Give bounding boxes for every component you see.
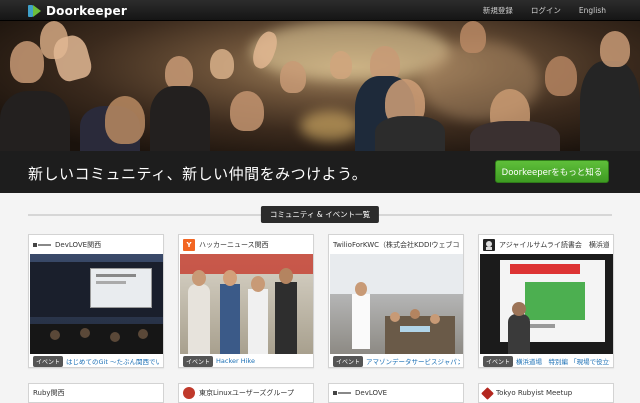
- y-logo-icon: Y: [183, 238, 195, 251]
- community-title[interactable]: Tokyo Rubyist Meetup: [496, 389, 572, 397]
- top-navbar: Doorkeeper 新規登録 ログイン English: [0, 0, 640, 21]
- event-photo[interactable]: [330, 254, 463, 354]
- nav-login-link[interactable]: ログイン: [531, 5, 561, 16]
- event-badge: イベント: [483, 355, 514, 367]
- tlug-logo-icon: [183, 387, 195, 399]
- hero-tagline: 新しいコミュニティ、新しい仲間をみつけよう。: [28, 165, 368, 183]
- community-card[interactable]: アジャイルサムライ読書会 横浜道場 イベント 横浜道場 特別編 「現場で役立つ: [478, 234, 614, 368]
- community-card[interactable]: TwilioForKWC（株式会社KDDIウェブコミュ イベント アマゾンデータ…: [328, 234, 464, 368]
- event-photo[interactable]: [30, 254, 163, 354]
- event-photo[interactable]: [180, 254, 313, 354]
- community-card[interactable]: Tokyo Rubyist Meetup: [478, 383, 614, 403]
- nav-signup-link[interactable]: 新規登録: [483, 5, 513, 16]
- community-title[interactable]: ハッカーニュース関西: [199, 240, 269, 250]
- event-link[interactable]: はじめてのGit ～たぶん関西でい: [66, 356, 160, 366]
- ruby-logo-icon: [481, 386, 494, 400]
- community-section-header: コミュニティ & イベント一覧: [28, 205, 612, 223]
- community-card[interactable]: 東京Linuxユーザーズグループ: [178, 383, 314, 403]
- community-card[interactable]: DevLOVE: [328, 383, 464, 403]
- community-title[interactable]: DevLOVE: [355, 389, 387, 397]
- devlove-logo-icon: [33, 241, 51, 249]
- event-badge: イベント: [183, 355, 214, 367]
- community-title[interactable]: 東京Linuxユーザーズグループ: [199, 388, 294, 398]
- event-link[interactable]: アマゾンデータサービスジャパン: [366, 356, 460, 366]
- devlove-logo-icon: [333, 389, 351, 397]
- brand-name: Doorkeeper: [46, 3, 127, 18]
- community-card[interactable]: Ruby関西: [28, 383, 164, 403]
- community-title[interactable]: DevLOVE関西: [55, 240, 101, 250]
- hero-photo: [0, 21, 640, 151]
- event-photo[interactable]: [480, 254, 613, 354]
- section-title: コミュニティ & イベント一覧: [260, 206, 380, 223]
- event-badge: イベント: [333, 355, 364, 367]
- learn-more-button[interactable]: Doorkeeperをもっと知る: [495, 160, 609, 183]
- doorkeeper-logo[interactable]: Doorkeeper: [28, 3, 127, 18]
- agile-samurai-icon: [483, 238, 495, 251]
- community-title[interactable]: アジャイルサムライ読書会 横浜道場: [499, 240, 609, 250]
- event-link[interactable]: 横浜道場 特別編 「現場で役立つ: [516, 356, 610, 366]
- event-badge: イベント: [33, 355, 64, 367]
- community-card[interactable]: Y ハッカーニュース関西 イベント Hacker Hike: [178, 234, 314, 368]
- community-title[interactable]: TwilioForKWC（株式会社KDDIウェブコミュ: [333, 240, 459, 250]
- community-title[interactable]: Ruby関西: [33, 388, 65, 398]
- community-card[interactable]: DevLOVE関西 イベント はじめてのGit ～たぶん関西でい: [28, 234, 164, 368]
- event-link[interactable]: Hacker Hike: [216, 357, 255, 365]
- doorkeeper-logo-icon: [28, 4, 42, 18]
- nav-language-link[interactable]: English: [579, 6, 606, 15]
